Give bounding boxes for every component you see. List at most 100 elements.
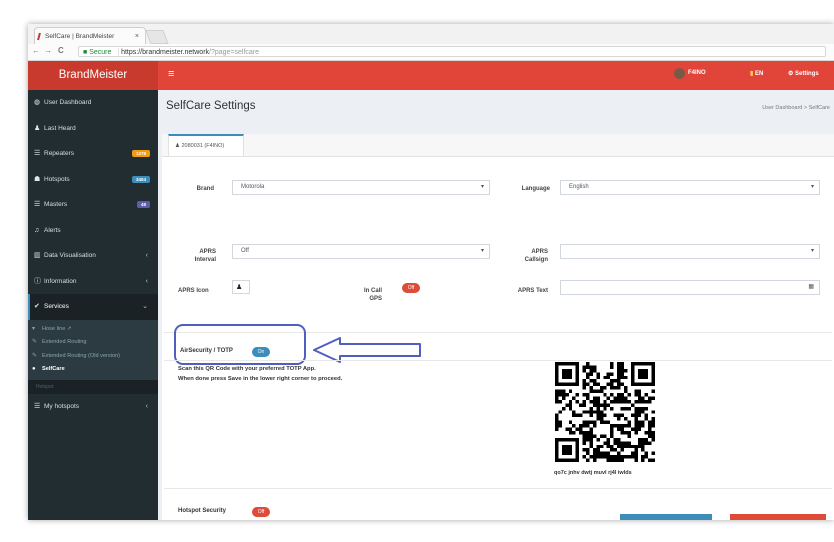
brand-select[interactable]: Motorola ▾ bbox=[232, 180, 490, 195]
info-icon: ⓘ bbox=[34, 277, 41, 285]
user-icon: ♟ bbox=[34, 124, 41, 132]
sidebar-item-label: My hotspots bbox=[44, 402, 80, 410]
aprs-text-label: APRS Text bbox=[517, 288, 548, 294]
aprs-interval-label: APRS Interval bbox=[194, 249, 216, 263]
browser-tab[interactable]: SelfCare | BrandMeister × bbox=[34, 27, 146, 44]
services-submenu: ▾ Hose line ↗ ✎ Extended Routing ✎ Exten… bbox=[28, 319, 158, 380]
gear-icon: ⚙ bbox=[788, 71, 796, 77]
aprs-callsign-select[interactable]: ▾ bbox=[560, 244, 820, 259]
dropdown-arrow-icon: ▾ bbox=[810, 248, 814, 254]
address-bar[interactable]: ■ Secure | https://brandmeister.network/… bbox=[78, 46, 826, 57]
forward-icon[interactable]: → bbox=[44, 46, 52, 55]
user-menu[interactable]: F4INO bbox=[688, 70, 706, 76]
submenu-item-label: SelfCare bbox=[42, 366, 65, 372]
app-header: ≡ F4INO ▮ EN ⚙ Settings bbox=[158, 61, 834, 90]
aprs-icon-picker[interactable]: ♟ bbox=[232, 280, 250, 294]
main-content: SelfCare Settings User Dashboard > SelfC… bbox=[158, 90, 834, 520]
language-value: English bbox=[569, 184, 589, 190]
save-button[interactable] bbox=[620, 514, 712, 520]
chevron-down-icon: ⌄ bbox=[142, 303, 148, 310]
totp-qr-code bbox=[555, 362, 655, 462]
reload-icon[interactable]: C bbox=[58, 46, 64, 55]
repeaters-count-badge: 1278 bbox=[131, 150, 150, 157]
brand-value: Motorola bbox=[241, 184, 265, 190]
settings-menu[interactable]: ⚙ Settings bbox=[788, 70, 819, 77]
circle-icon: ● bbox=[32, 366, 36, 372]
external-link-icon: ↗ bbox=[65, 325, 72, 332]
language-menu[interactable]: ▮ EN bbox=[750, 70, 763, 77]
close-tab-icon[interactable]: × bbox=[135, 28, 139, 45]
chevron-left-icon: ‹ bbox=[145, 277, 148, 285]
pencil-icon: ✎ bbox=[32, 352, 38, 359]
dropdown-arrow-icon: ▾ bbox=[480, 184, 484, 190]
sidebar-item-repeaters[interactable]: ☰ Repeaters 1278 bbox=[28, 141, 158, 167]
list-icon: ☰ bbox=[34, 201, 41, 208]
in-call-gps-label: In Call GPS bbox=[363, 288, 382, 302]
language-select[interactable]: English ▾ bbox=[560, 180, 820, 195]
dropdown-arrow-icon: ▾ bbox=[480, 248, 484, 254]
sidebar-item-label: Masters bbox=[44, 201, 68, 208]
totp-instructions: Scan this QR Code with your preferred TO… bbox=[178, 364, 342, 384]
menu-toggle-icon[interactable]: ≡ bbox=[168, 68, 174, 80]
sidebar: ◍ User Dashboard ♟ Last Heard ☰ Repeater… bbox=[28, 90, 158, 520]
instruction-line: Scan this QR Code with your preferred TO… bbox=[178, 366, 316, 372]
language-label: Language bbox=[521, 186, 550, 192]
new-tab-button[interactable] bbox=[145, 30, 169, 44]
tab-device[interactable]: ♟ 2080031 (F4INO) bbox=[168, 134, 244, 156]
sidebar-item-last-heard[interactable]: ♟ Last Heard bbox=[28, 116, 158, 142]
aprs-interval-select[interactable]: Off ▾ bbox=[232, 244, 490, 259]
aprs-text-input[interactable]: ▦ bbox=[560, 280, 820, 295]
tab-nav: ♟ 2080031 (F4INO) bbox=[162, 134, 834, 157]
submenu-item-label: Extended Routing bbox=[42, 339, 87, 345]
avatar[interactable] bbox=[674, 68, 685, 79]
url-path: /?page=selfcare bbox=[209, 49, 260, 56]
check-icon: ✔ bbox=[34, 303, 40, 310]
settings-label: Settings bbox=[795, 71, 819, 77]
back-icon[interactable]: ← bbox=[32, 46, 40, 55]
sidebar-item-label: Services bbox=[44, 303, 69, 310]
sidebar-item-services[interactable]: ✔ Services ⌄ bbox=[28, 294, 158, 320]
breadcrumb[interactable]: User Dashboard > SelfCare bbox=[762, 105, 830, 111]
in-call-gps-toggle[interactable]: Off bbox=[402, 283, 420, 293]
chevron-left-icon: ‹ bbox=[145, 252, 148, 259]
sidebar-item-alerts[interactable]: ♫ Alerts bbox=[28, 218, 158, 244]
url-host: https://brandmeister.network bbox=[121, 49, 210, 56]
sidebar-item-my-hotspots[interactable]: ☰ My hotspots ‹ bbox=[28, 394, 158, 420]
aprs-interval-value: Off bbox=[241, 248, 249, 254]
sidebar-item-label: Information bbox=[44, 277, 77, 285]
brand-label: Brand bbox=[196, 186, 214, 192]
sidebar-item-user-dashboard[interactable]: ◍ User Dashboard bbox=[28, 90, 158, 116]
masters-count-badge: 48 bbox=[136, 201, 150, 208]
divider bbox=[164, 360, 832, 361]
submenu-item-extended-routing[interactable]: ✎ Extended Routing bbox=[28, 336, 158, 350]
sidebar-item-data-visualisation[interactable]: ▥ Data Visualisation ‹ bbox=[28, 243, 158, 269]
settings-box: ♟ 2080031 (F4INO) Brand Motorola ▾ Langu… bbox=[162, 134, 834, 520]
aprs-callsign-label: APRS Callsign bbox=[524, 249, 548, 263]
sidebar-item-information[interactable]: ⓘ Information ‹ bbox=[28, 269, 158, 295]
hotspots-count-badge: 3404 bbox=[131, 175, 150, 183]
sidebar-item-hotspots[interactable]: ☗ Hotspots 3404 bbox=[28, 167, 158, 193]
reset-button[interactable] bbox=[730, 514, 826, 520]
totp-toggle[interactable]: On bbox=[252, 347, 270, 357]
language-label: EN bbox=[754, 71, 764, 77]
person-icon: ♟ bbox=[236, 284, 243, 291]
submenu-item-extended-routing-old[interactable]: ✎ Extended Routing (Old version) bbox=[28, 350, 158, 364]
sidebar-item-masters[interactable]: ☰ Masters 48 bbox=[28, 192, 158, 218]
totp-label: AirSecurity / TOTP bbox=[180, 348, 233, 354]
calculator-icon[interactable]: ▦ bbox=[808, 281, 814, 294]
chart-icon: ▥ bbox=[34, 252, 41, 259]
hotspot-security-toggle[interactable]: Off bbox=[252, 507, 270, 517]
submenu-item-hose-line[interactable]: ▾ Hose line ↗ bbox=[28, 323, 158, 337]
app-logo[interactable]: BrandMeister bbox=[28, 61, 158, 90]
screenshot-frame: SelfCare | BrandMeister × ← → C ■ Secure… bbox=[28, 24, 834, 520]
submenu-item-selfcare[interactable]: ● SelfCare bbox=[28, 363, 158, 377]
sidebar-item-label: User Dashboard bbox=[44, 99, 92, 106]
hotspot-security-label: Hotspot Security bbox=[178, 508, 227, 514]
sidebar-section-header: Hotspot bbox=[28, 379, 158, 394]
sidebar-item-label: Hotspots bbox=[44, 175, 70, 183]
list-icon: ☰ bbox=[34, 402, 41, 410]
browser-urlbar: ← → C ■ Secure | https://brandmeister.ne… bbox=[28, 44, 834, 61]
browser-tabstrip: SelfCare | BrandMeister × bbox=[28, 24, 834, 44]
tab-device-label: 2080031 (F4INO) bbox=[181, 143, 225, 149]
dashboard-icon: ◍ bbox=[34, 99, 41, 106]
